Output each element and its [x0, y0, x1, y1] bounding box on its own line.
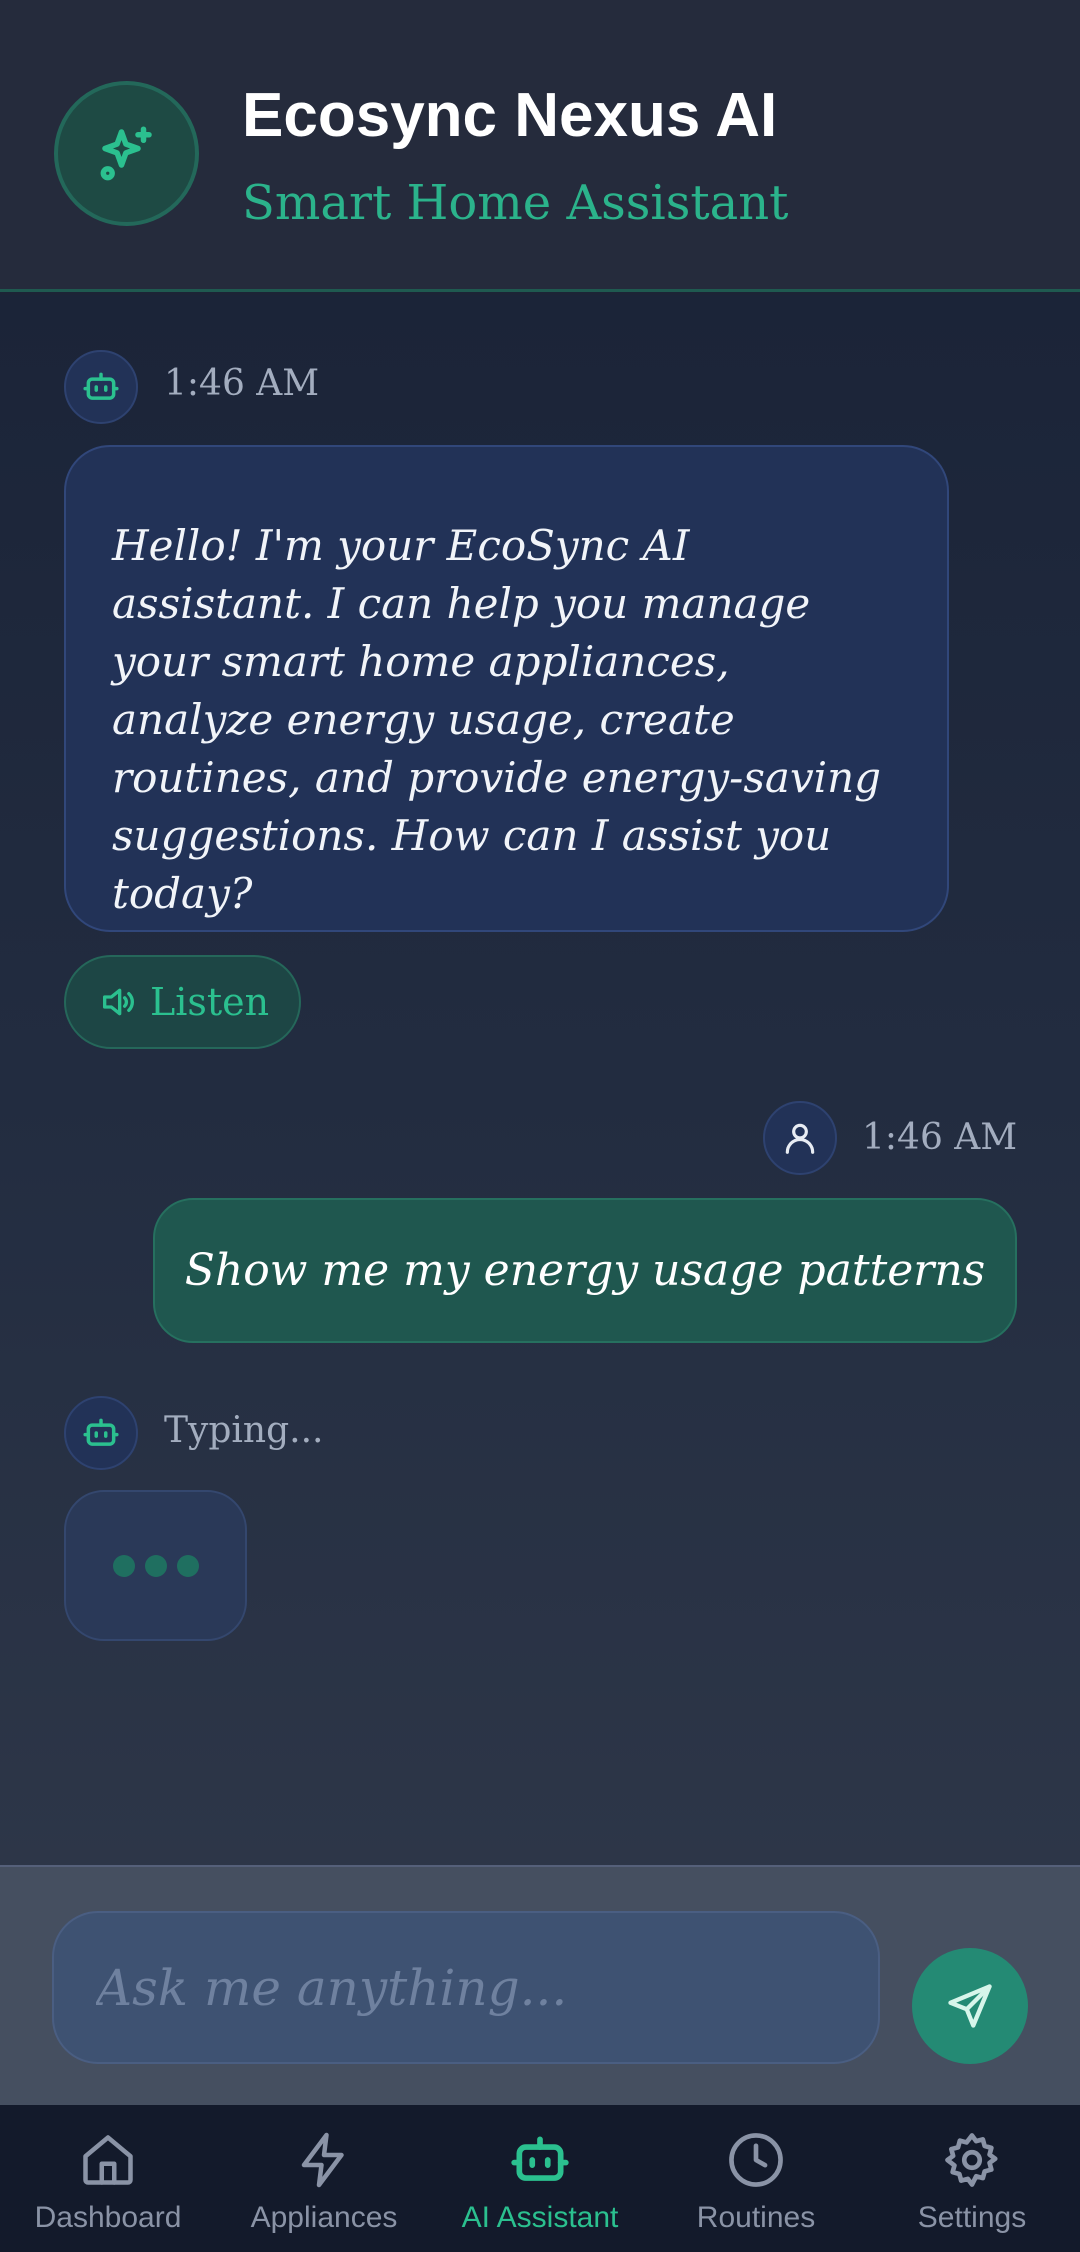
bottom-nav: Dashboard Appliances AI Assistant Routin…: [0, 2105, 1080, 2252]
home-icon: [78, 2127, 138, 2193]
bot-message-text: Hello! I'm your EcoSync AI assistant. I …: [112, 521, 882, 918]
typing-dot: [112, 1554, 135, 1577]
message-time: 1:46 AM: [862, 1117, 1018, 1158]
user-icon: [785, 1123, 815, 1154]
message-time: 1:46 AM: [164, 363, 320, 404]
nav-item-ai-assistant[interactable]: AI Assistant: [432, 2105, 648, 2252]
user-avatar: [763, 1101, 837, 1175]
lightning-icon: [294, 2127, 354, 2193]
app-title: Ecosync Nexus AI: [242, 81, 778, 150]
typing-indicator: [64, 1490, 247, 1641]
bot-message-bubble: Hello! I'm your EcoSync AI assistant. I …: [64, 445, 949, 932]
send-button[interactable]: [912, 1948, 1028, 2064]
nav-item-routines[interactable]: Routines: [648, 2105, 864, 2252]
nav-item-dashboard[interactable]: Dashboard: [0, 2105, 216, 2252]
nav-label: AI Assistant: [461, 2201, 619, 2234]
bot-icon: [83, 372, 119, 400]
clock-icon: [725, 2127, 787, 2193]
typing-dot: [144, 1554, 167, 1577]
user-message-bubble: Show me my energy usage patterns: [153, 1198, 1017, 1343]
typing-status: Typing...: [164, 1410, 324, 1451]
nav-item-settings[interactable]: Settings: [864, 2105, 1080, 2252]
nav-label: Routines: [696, 2201, 816, 2234]
bot-icon: [83, 1418, 119, 1446]
gear-icon: [941, 2127, 1003, 2193]
sparkles-icon: [54, 81, 199, 226]
bot-avatar: [64, 1396, 138, 1470]
bot-avatar: [64, 350, 138, 424]
speaker-icon: [103, 988, 134, 1016]
nav-label: Dashboard: [34, 2201, 182, 2234]
typing-dot: [176, 1554, 199, 1577]
nav-label: Appliances: [250, 2201, 398, 2234]
app-subtitle: Smart Home Assistant: [242, 175, 789, 231]
message-input[interactable]: [52, 1911, 880, 2064]
bot-icon: [509, 2127, 571, 2193]
listen-button[interactable]: Listen: [64, 955, 301, 1049]
nav-label: Settings: [917, 2201, 1027, 2234]
app-header: Ecosync Nexus AI Smart Home Assistant: [0, 0, 1080, 292]
composer: [0, 1865, 1080, 2105]
user-message-text: Show me my energy usage patterns: [184, 1245, 986, 1296]
nav-item-appliances[interactable]: Appliances: [216, 2105, 432, 2252]
listen-label: Listen: [150, 980, 270, 1024]
send-icon: [948, 1984, 992, 2028]
